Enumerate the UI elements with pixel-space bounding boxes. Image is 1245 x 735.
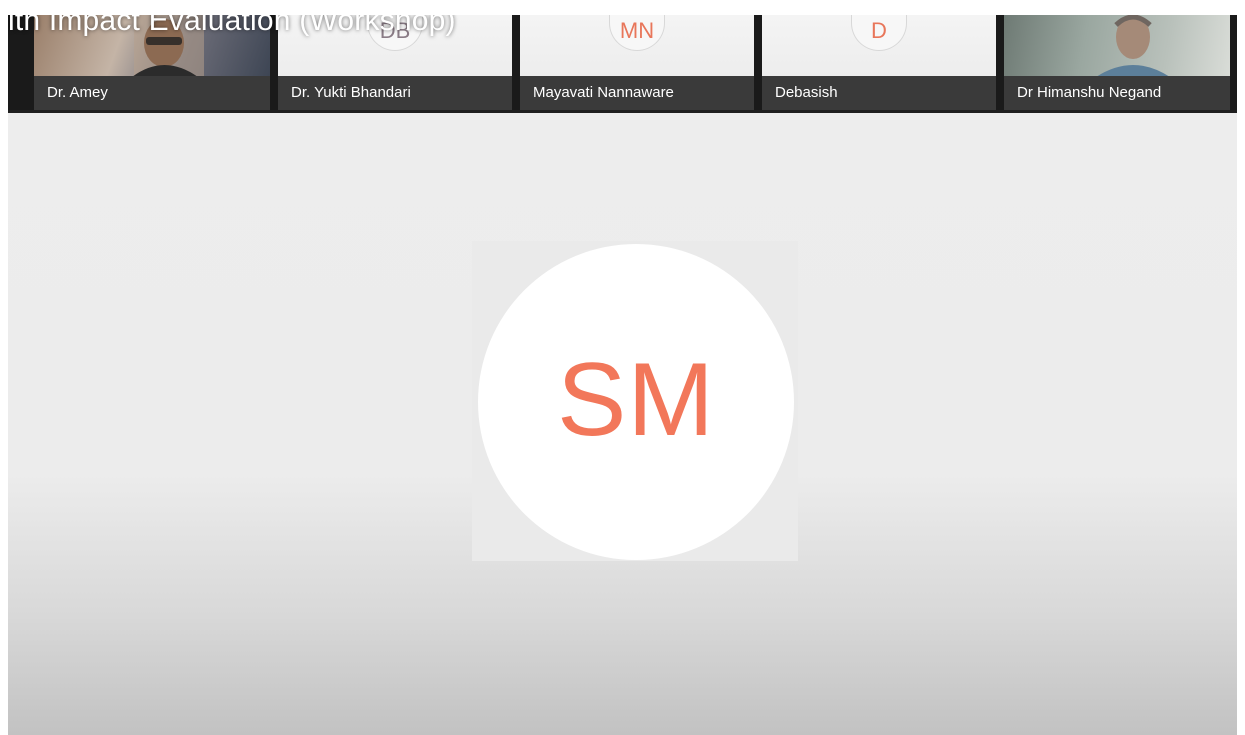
person-silhouette-icon <box>1096 15 1170 77</box>
participant-name: Debasish <box>762 76 996 110</box>
participant-name: Dr. Amey <box>34 76 270 110</box>
participant-tile-5[interactable]: Dr Himanshu Negand <box>1004 15 1230 110</box>
participant-avatar: MN <box>609 15 665 51</box>
participant-name: Dr. Yukti Bhandari <box>278 76 512 110</box>
participant-name: Mayavati Nannaware <box>520 76 754 110</box>
active-speaker-avatar: SM <box>478 244 794 560</box>
meeting-window: SM Dr. Amey DB Dr. Yukti Bhandari MN May… <box>8 15 1237 735</box>
participant-initials: D <box>871 18 887 43</box>
participant-avatar: D <box>851 15 907 51</box>
meeting-title-overlay: lth Impact Evaluation (Workshop) <box>8 15 456 37</box>
participant-initials: MN <box>619 18 655 43</box>
active-speaker-initials: SM <box>557 342 715 458</box>
filmstrip-divider <box>8 110 1237 113</box>
participant-tile-4[interactable]: D Debasish <box>762 15 996 110</box>
active-speaker-stage: SM <box>8 113 1237 735</box>
participant-name: Dr Himanshu Negand <box>1004 76 1230 110</box>
participant-tile-3[interactable]: MN Mayavati Nannaware <box>520 15 754 110</box>
